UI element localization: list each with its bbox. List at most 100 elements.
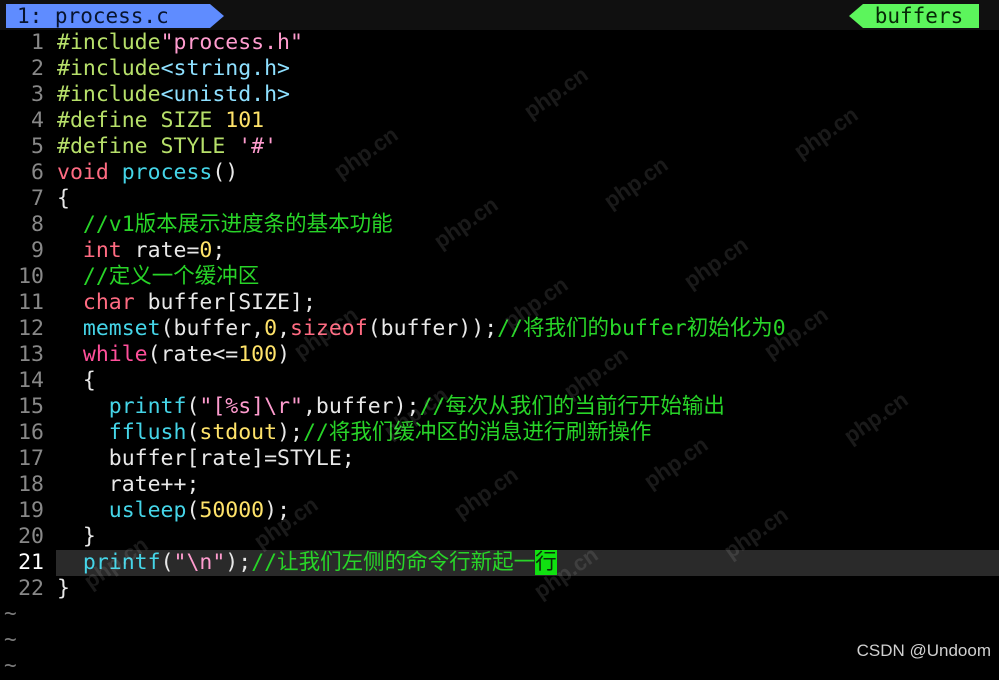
function-name: process <box>121 160 213 185</box>
buffers-indicator[interactable]: buffers <box>849 4 979 28</box>
line-text: #include<string.h> <box>57 56 290 82</box>
number-literal: 101 <box>225 108 265 133</box>
code-text: ( <box>160 550 174 575</box>
line-text: memset(buffer,0,sizeof(buffer));//将我们的bu… <box>57 316 786 342</box>
code-comment: //v1版本展示进度条的基本功能 <box>82 212 393 237</box>
line-number: 3 <box>31 82 44 107</box>
string-literal: "\n" <box>173 550 226 575</box>
char-literal: '#' <box>238 134 278 159</box>
code-line[interactable]: 10 //定义一个缓冲区 <box>0 264 999 290</box>
number-literal: 0 <box>199 238 213 263</box>
line-number: 14 <box>18 368 44 393</box>
text-cursor[interactable]: 行 <box>535 550 557 575</box>
preprocessor-keyword: #define <box>57 108 148 133</box>
code-text: , <box>277 316 291 341</box>
code-line[interactable]: 17 buffer[rate]=STYLE; <box>0 446 999 472</box>
line-text: { <box>57 186 70 211</box>
type-keyword: int <box>82 238 122 263</box>
line-number: 9 <box>31 238 44 263</box>
line-number: 8 <box>31 212 44 237</box>
line-number: 5 <box>31 134 44 159</box>
line-number: 1 <box>31 30 44 55</box>
code-text: rate++; <box>108 472 200 497</box>
line-number: 19 <box>18 498 44 523</box>
line-text: //定义一个缓冲区 <box>57 264 259 290</box>
code-text: ); <box>277 420 303 445</box>
line-number: 10 <box>18 264 44 289</box>
control-keyword: while <box>82 342 148 367</box>
line-number: 6 <box>31 160 44 185</box>
macro-name: SIZE <box>147 108 226 133</box>
line-text: #define SIZE 101 <box>57 108 264 134</box>
code-line[interactable]: 5 #define STYLE '#' <box>0 134 999 160</box>
function-name: printf <box>82 550 161 575</box>
line-number: 4 <box>31 108 44 133</box>
function-name: memset <box>82 316 161 341</box>
vim-tabline: 1: process.c buffers <box>0 0 999 30</box>
code-comment: //将我们的buffer初始化为0 <box>497 316 786 341</box>
code-line[interactable]: 6 void process() <box>0 160 999 186</box>
number-literal: 50000 <box>199 498 265 523</box>
tab-process-c[interactable]: 1: process.c <box>6 4 224 28</box>
code-comment: //将我们缓冲区的消息进行刷新操作 <box>302 420 652 445</box>
code-line[interactable]: 18 rate++; <box>0 472 999 498</box>
preprocessor-keyword: #include <box>57 82 161 107</box>
line-text: #include<unistd.h> <box>57 82 290 108</box>
code-line[interactable]: 4 #define SIZE 101 <box>0 108 999 134</box>
line-number: 16 <box>18 420 44 445</box>
line-number: 7 <box>31 186 44 211</box>
line-text: int rate=0; <box>57 238 225 264</box>
code-line[interactable]: 11 char buffer[SIZE]; <box>0 290 999 316</box>
include-path: <string.h> <box>160 56 291 81</box>
code-text: ) <box>277 342 291 367</box>
function-name: fflush <box>108 420 187 445</box>
line-text: printf("\n");//让我们左侧的命令行新起一行 <box>57 550 557 576</box>
code-text: () <box>212 160 239 185</box>
code-text: rate= <box>121 238 200 263</box>
macro-name: stdout <box>199 420 278 445</box>
line-number: 13 <box>18 342 44 367</box>
line-text: rate++; <box>57 472 200 498</box>
code-line[interactable]: 2 #include<string.h> <box>0 56 999 82</box>
code-line[interactable]: 13 while(rate<=100) <box>0 342 999 368</box>
code-text: buffer[rate]=STYLE; <box>108 446 355 471</box>
preprocessor-keyword: #include <box>57 56 161 81</box>
line-text: printf("[%s]\r",buffer);//每次从我们的当前行开始输出 <box>57 394 725 420</box>
code-line[interactable]: 7 { <box>0 186 999 212</box>
code-text: ; <box>212 238 226 263</box>
code-line[interactable]: 22 } <box>0 576 999 602</box>
macro-name: STYLE <box>147 134 239 159</box>
code-line[interactable]: 15 printf("[%s]\r",buffer);//每次从我们的当前行开始… <box>0 394 999 420</box>
code-line[interactable]: 9 int rate=0; <box>0 238 999 264</box>
line-number: 20 <box>18 524 44 549</box>
code-text: { <box>82 368 96 393</box>
code-line[interactable]: 16 fflush(stdout);//将我们缓冲区的消息进行刷新操作 <box>0 420 999 446</box>
line-number: 21 <box>18 550 44 575</box>
number-literal: 100 <box>238 342 278 367</box>
code-text: ( <box>186 498 200 523</box>
preprocessor-keyword: #define <box>57 134 148 159</box>
line-number: 15 <box>18 394 44 419</box>
code-area[interactable]: 1 #include"process.h" 2 #include<string.… <box>0 30 999 602</box>
code-text: (buffer)); <box>367 316 498 341</box>
function-name: usleep <box>108 498 187 523</box>
code-line[interactable]: 12 memset(buffer,0,sizeof(buffer));//将我们… <box>0 316 999 342</box>
include-path: <unistd.h> <box>160 82 291 107</box>
code-line[interactable]: 19 usleep(50000); <box>0 498 999 524</box>
line-text: //v1版本展示进度条的基本功能 <box>57 212 393 238</box>
code-text: ); <box>225 550 252 575</box>
line-number: 22 <box>18 576 44 601</box>
code-line[interactable]: 14 { <box>0 368 999 394</box>
code-comment: //每次从我们的当前行开始输出 <box>419 394 725 419</box>
line-text: fflush(stdout);//将我们缓冲区的消息进行刷新操作 <box>57 420 652 446</box>
empty-line-marker: ~ <box>4 601 17 625</box>
type-keyword: void <box>57 160 109 185</box>
code-line[interactable]: 8 //v1版本展示进度条的基本功能 <box>0 212 999 238</box>
code-line[interactable]: 3 #include<unistd.h> <box>0 82 999 108</box>
code-line[interactable]: 1 #include"process.h" <box>0 30 999 56</box>
vim-editor-window: 1: process.c buffers 1 #include"process.… <box>0 0 999 677</box>
code-line-current[interactable]: 21 printf("\n");//让我们左侧的命令行新起一行 <box>0 550 999 576</box>
code-comment: //定义一个缓冲区 <box>82 264 260 289</box>
code-line[interactable]: 20 } <box>0 524 999 550</box>
empty-line-marker: ~ <box>4 653 17 677</box>
